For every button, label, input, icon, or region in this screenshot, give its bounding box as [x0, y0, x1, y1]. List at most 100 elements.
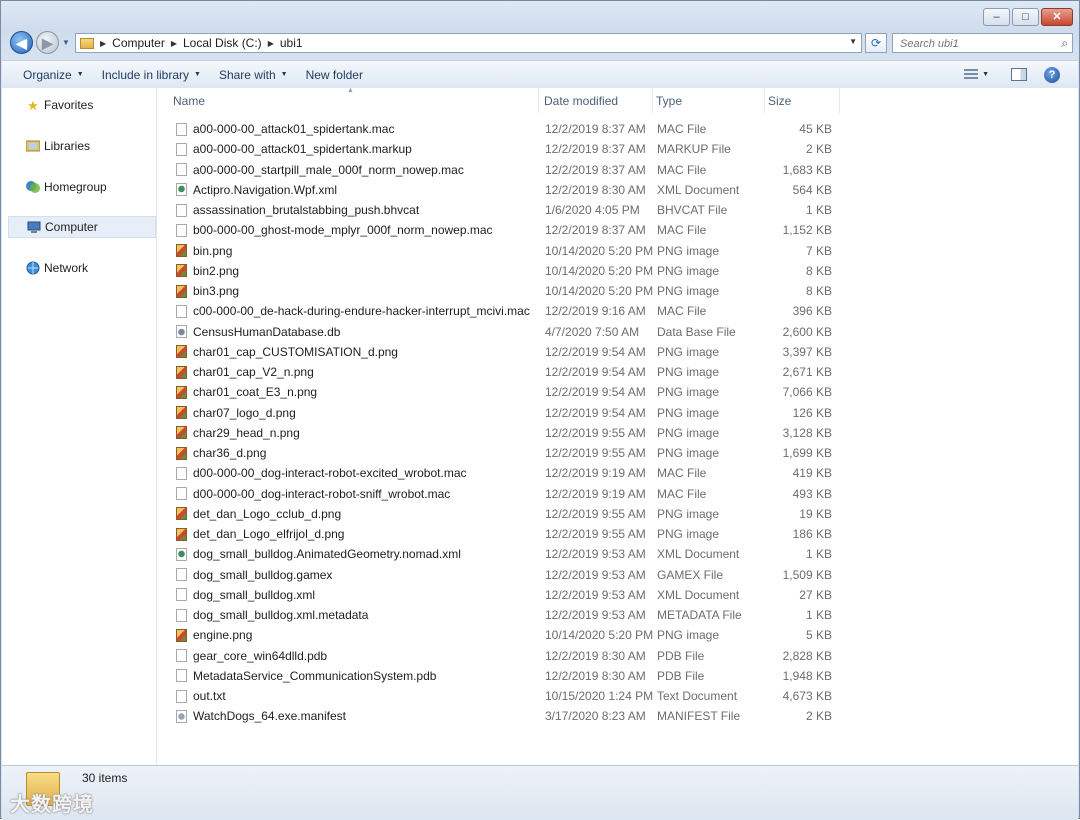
maximize-button[interactable]: □ [1012, 8, 1039, 26]
file-row[interactable]: dog_small_bulldog.gamex 12/2/2019 9:53 AM… [169, 565, 844, 585]
forward-button[interactable]: ▶ [36, 31, 59, 54]
breadcrumb-separator-icon[interactable]: ▶ [100, 39, 106, 48]
share-with-button[interactable]: Share with ▼ [210, 63, 297, 86]
file-row[interactable]: det_dan_Logo_cclub_d.png 12/2/2019 9:55 A… [169, 504, 844, 524]
file-type: PNG image [657, 344, 720, 359]
file-type: MAC File [657, 486, 707, 501]
file-row[interactable]: dog_small_bulldog.xml 12/2/2019 9:53 AM XM… [169, 585, 844, 605]
file-row[interactable]: out.txt 10/15/2020 1:24 PM Text Document 4,… [169, 686, 844, 706]
close-button[interactable]: ✕ [1041, 8, 1073, 26]
file-size: 493 KB [792, 486, 832, 501]
file-size: 1,699 KB [782, 446, 832, 460]
file-date-modified: 12/2/2019 9:55 AM [545, 506, 646, 521]
refresh-button[interactable]: ⟳ [865, 33, 887, 53]
image-file-icon [176, 527, 187, 541]
file-row[interactable]: b00-000-00_ghost-mode_mplyr_000f_norm_no… [169, 220, 844, 240]
file-name: d00-000-00_dog-interact-robot-excited_wr… [193, 466, 467, 481]
file-row[interactable]: dog_small_bulldog.AnimatedGeometry.nomad… [169, 544, 844, 564]
change-view-icon[interactable] [964, 68, 979, 81]
sidebar-item-network[interactable]: Network [8, 257, 156, 279]
file-date-modified: 10/14/2020 5:20 PM [545, 263, 654, 278]
breadcrumb-separator-icon[interactable]: ▶ [268, 39, 274, 48]
file-row[interactable]: a00-000-00_startpill_male_000f_norm_nowe… [169, 160, 844, 180]
view-options-dropdown-icon[interactable]: ▼ [982, 71, 989, 78]
file-row[interactable]: bin2.png 10/14/2020 5:20 PM PNG image 8 KB [169, 261, 844, 281]
file-row[interactable]: char01_coat_E3_n.png 12/2/2019 9:54 AM PNG… [169, 382, 844, 402]
file-row[interactable]: char01_cap_CUSTOMISATION_d.png 12/2/2019 … [169, 342, 844, 362]
refresh-icon: ⟳ [870, 36, 882, 50]
library-icon [26, 139, 40, 153]
column-header-type[interactable]: Type [656, 88, 765, 113]
image-file-icon [176, 507, 187, 521]
file-name: c00-000-00_de-hack-during-endure-hacker-… [193, 304, 530, 319]
file-row[interactable]: bin3.png 10/14/2020 5:20 PM PNG image 8 KB [169, 281, 844, 301]
back-button[interactable]: ◀ [10, 31, 33, 54]
file-type: PNG image [657, 284, 720, 298]
file-type: BHVCAT File [657, 203, 728, 217]
file-row[interactable]: MetadataService_CommunicationSystem.pdb 1… [169, 666, 844, 686]
breadcrumb-local-disk[interactable]: Local Disk (C:) [183, 36, 262, 50]
file-name: bin2.png [193, 263, 240, 278]
file-row[interactable]: WatchDogs_64.exe.manifest 3/17/2020 8:23 … [169, 706, 844, 726]
search-icon[interactable]: ⌕ [1061, 36, 1068, 51]
address-bar[interactable]: ▶ Computer ▶ Local Disk (C:) ▶ ubi1 ▼ [75, 33, 862, 53]
file-type: MANIFEST File [657, 709, 741, 724]
file-size: 3,397 KB [782, 344, 832, 359]
breadcrumb: ▶ ubi1 [268, 36, 303, 50]
file-row[interactable]: char36_d.png 12/2/2019 9:55 AM PNG image 1,… [169, 443, 844, 463]
sidebar-item-homegroup[interactable]: Homegroup [8, 176, 156, 198]
breadcrumb-separator-icon[interactable]: ▶ [171, 39, 177, 48]
minimize-button[interactable]: – [983, 8, 1010, 26]
file-size: 1 KB [805, 203, 832, 217]
recent-pages-dropdown[interactable]: ▼ [62, 38, 70, 47]
file-name: char36_d.png [193, 446, 267, 460]
organize-button[interactable]: Organize ▼ [14, 63, 93, 86]
file-row[interactable]: char07_logo_d.png 12/2/2019 9:54 AM PNG im… [169, 403, 844, 423]
file-date-modified: 10/15/2020 1:24 PM [545, 689, 654, 703]
file-icon [176, 669, 187, 683]
column-header-name[interactable]: Name [173, 88, 539, 113]
file-type: PNG image [657, 365, 720, 379]
file-row[interactable]: char29_head_n.png 12/2/2019 9:55 AM PNG im… [169, 423, 844, 443]
file-type: XML Document [657, 547, 740, 562]
file-row[interactable]: bin.png 10/14/2020 5:20 PM PNG image 7 KB [169, 241, 844, 261]
sidebar-item-computer[interactable]: Computer [8, 216, 156, 238]
file-row[interactable]: Actipro.Navigation.Wpf.xml 12/2/2019 8:30… [169, 180, 844, 200]
address-dropdown-icon[interactable]: ▼ [849, 37, 857, 46]
file-date-modified: 12/2/2019 9:55 AM [545, 446, 646, 460]
file-type: PNG image [657, 446, 720, 460]
include-in-library-button[interactable]: Include in library ▼ [93, 63, 210, 86]
search-box[interactable]: ⌕ [892, 33, 1073, 53]
preview-pane-icon[interactable] [1011, 68, 1027, 81]
file-row[interactable]: CensusHumanDatabase.db 4/7/2020 7:50 AM Da… [169, 322, 844, 342]
file-name: out.txt [193, 689, 226, 703]
breadcrumb-ubi1[interactable]: ubi1 [280, 36, 303, 50]
file-size: 4,673 KB [782, 689, 832, 703]
column-header-date-modified[interactable]: Date modified [544, 88, 653, 113]
sidebar-item-favorites[interactable]: ★ Favorites [8, 94, 156, 116]
file-row[interactable]: d00-000-00_dog-interact-robot-excited_wr… [169, 463, 844, 483]
help-icon[interactable]: ? [1044, 66, 1060, 83]
new-folder-button[interactable]: New folder [297, 63, 372, 86]
file-row[interactable]: char01_cap_V2_n.png 12/2/2019 9:54 AM PNG … [169, 362, 844, 382]
column-header-size[interactable]: Size [768, 88, 840, 113]
breadcrumb-computer[interactable]: Computer [112, 36, 165, 50]
file-type: PNG image [657, 385, 720, 400]
file-row[interactable]: a00-000-00_attack01_spidertank.markup 12/… [169, 139, 844, 159]
file-row[interactable]: a00-000-00_attack01_spidertank.mac 12/2/2… [169, 119, 844, 139]
file-row[interactable]: d00-000-00_dog-interact-robot-sniff_wrob… [169, 484, 844, 504]
search-input[interactable] [898, 35, 1052, 53]
file-size: 19 KB [799, 506, 832, 521]
sidebar-item-libraries[interactable]: Libraries [8, 135, 156, 157]
file-row[interactable]: det_dan_Logo_elfrijol_d.png 12/2/2019 9:5… [169, 524, 844, 544]
file-size: 1,509 KB [782, 567, 832, 582]
file-date-modified: 12/2/2019 9:53 AM [545, 547, 646, 562]
computer-icon [27, 220, 41, 234]
file-row[interactable]: c00-000-00_de-hack-during-endure-hacker-… [169, 301, 844, 321]
file-type: PNG image [657, 628, 720, 643]
file-type: MAC File [657, 223, 707, 238]
file-row[interactable]: engine.png 10/14/2020 5:20 PM PNG image 5 K… [169, 625, 844, 645]
file-row[interactable]: assassination_brutalstabbing_push.bhvcat… [169, 200, 844, 220]
file-row[interactable]: dog_small_bulldog.xml.metadata 12/2/2019 … [169, 605, 844, 625]
file-row[interactable]: gear_core_win64dlld.pdb 12/2/2019 8:30 AM… [169, 646, 844, 666]
